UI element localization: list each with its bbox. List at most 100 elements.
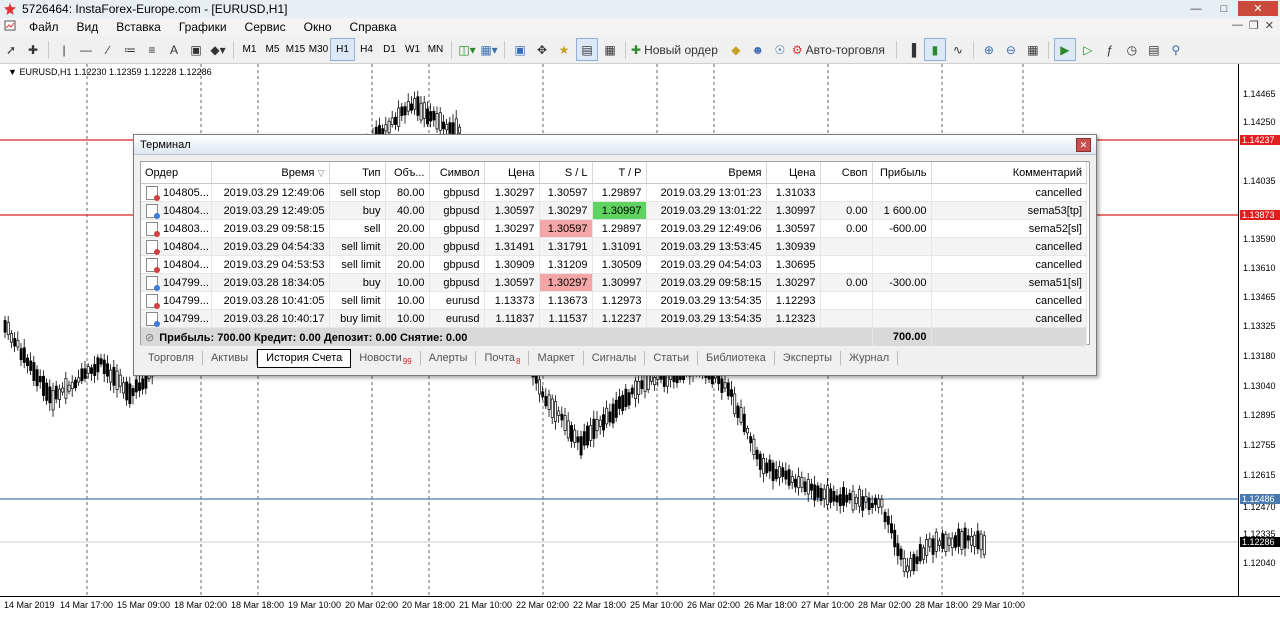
close-window-button[interactable]: ✕	[1238, 1, 1278, 16]
col-header-sl[interactable]: S / L	[539, 162, 593, 184]
search-icon[interactable]: ⚲	[1166, 39, 1186, 60]
candle-body	[867, 497, 871, 511]
periods-icon[interactable]: ◷	[1122, 39, 1142, 60]
tab-market[interactable]: Маркет	[529, 351, 584, 365]
table-row[interactable]: 104804... 2019.03.29 04:54:33 sell limit…	[141, 237, 1087, 256]
tab-news[interactable]: Новости99	[351, 351, 421, 366]
menu-file[interactable]: Файл	[20, 18, 68, 36]
terminal-close-button[interactable]: ✕	[1076, 138, 1091, 152]
timeframe-h1[interactable]: H1	[330, 38, 355, 61]
tab-trade[interactable]: Торговля	[140, 351, 203, 365]
table-row[interactable]: 104799... 2019.03.28 10:41:05 sell limit…	[141, 291, 1087, 310]
crosshair-tool-icon[interactable]: ✚	[23, 39, 43, 60]
minimize-button[interactable]: —	[1182, 1, 1210, 16]
equidistant-channel-icon[interactable]: ≔	[120, 39, 140, 60]
table-row[interactable]: 104804... 2019.03.29 12:49:05 buy 40.00 …	[141, 201, 1087, 220]
menu-charts[interactable]: Графики	[170, 18, 236, 36]
maximize-button[interactable]: □	[1210, 1, 1238, 16]
timeframe-m1[interactable]: M1	[238, 39, 261, 60]
col-header-close-price[interactable]: Цена	[766, 162, 821, 184]
fibonacci-icon[interactable]: ≡	[142, 39, 162, 60]
metaeditor-icon[interactable]: ◆	[726, 39, 746, 60]
navigator-icon[interactable]: ✥	[532, 39, 552, 60]
trendline-icon[interactable]: ∕	[98, 39, 118, 60]
menu-insert[interactable]: Вставка	[107, 18, 170, 36]
tab-assets[interactable]: Активы	[203, 351, 258, 365]
menu-chart-icon[interactable]	[0, 18, 20, 36]
auto-scroll-icon[interactable]: ▶	[1053, 38, 1076, 61]
new-chart-icon[interactable]: ◫▾	[457, 39, 477, 60]
vertical-line-icon[interactable]: |	[54, 39, 74, 60]
tab-account-history[interactable]: История Счета	[257, 348, 352, 368]
timeframe-m15[interactable]: M15	[284, 39, 307, 60]
col-header-time[interactable]: Время ▽	[211, 162, 330, 184]
zoom-in-icon[interactable]: ⊕	[979, 39, 999, 60]
menu-view[interactable]: Вид	[68, 18, 108, 36]
signals-icon[interactable]: ☻	[748, 39, 768, 60]
timeframe-m5[interactable]: M5	[261, 39, 284, 60]
bar-chart-icon[interactable]: ▐	[902, 39, 922, 60]
templates-icon[interactable]: ▤	[1144, 39, 1164, 60]
candle-body	[950, 537, 954, 549]
tab-journal[interactable]: Журнал	[841, 351, 899, 365]
col-header-volume[interactable]: Объ...	[385, 162, 430, 184]
child-close-button[interactable]: ✕	[1265, 19, 1274, 32]
profiles-icon[interactable]: ▦▾	[479, 39, 499, 60]
menu-tools[interactable]: Сервис	[236, 18, 295, 36]
tab-articles[interactable]: Статьи	[645, 351, 698, 365]
candle-body	[106, 363, 109, 377]
table-row[interactable]: 104803... 2019.03.29 09:58:15 sell 20.00…	[141, 219, 1087, 238]
col-header-swap[interactable]: Своп	[820, 162, 873, 184]
timeframe-mn[interactable]: MN	[424, 39, 447, 60]
timeframe-h4[interactable]: H4	[355, 39, 378, 60]
cursor-tool-icon[interactable]: ➚	[1, 39, 21, 60]
terminal-toggle-icon[interactable]: ▤	[576, 38, 598, 61]
new-order-button[interactable]: ✚ Новый ордер	[631, 39, 724, 60]
text-tool-icon[interactable]: A	[164, 39, 184, 60]
indicators-icon[interactable]: ƒ	[1100, 39, 1120, 60]
col-header-comment[interactable]: Комментарий	[931, 162, 1087, 184]
table-row[interactable]: 104804... 2019.03.29 04:53:53 sell limit…	[141, 255, 1087, 274]
table-row[interactable]: 104799... 2019.03.28 10:40:17 buy limit …	[141, 309, 1087, 328]
timeframe-w1[interactable]: W1	[401, 39, 424, 60]
menu-window[interactable]: Окно	[295, 18, 341, 36]
col-header-tp[interactable]: T / P	[592, 162, 647, 184]
market-watch-icon[interactable]: ▣	[510, 39, 530, 60]
child-restore-button[interactable]: ❐	[1249, 19, 1259, 32]
table-row[interactable]: 104805... 2019.03.29 12:49:06 sell stop …	[141, 183, 1087, 202]
arrow-objects-icon[interactable]: ◆▾	[208, 39, 228, 60]
timeframe-d1[interactable]: D1	[378, 39, 401, 60]
candle-body	[131, 388, 135, 397]
timeframe-m30[interactable]: M30	[307, 39, 330, 60]
line-chart-icon[interactable]: ∿	[948, 39, 968, 60]
summary-collapse-icon[interactable]: ⊘	[145, 332, 154, 344]
col-header-type[interactable]: Тип	[329, 162, 386, 184]
col-header-profit[interactable]: Прибыль	[872, 162, 932, 184]
autotrading-button[interactable]: ⚙ Авто-торговля	[792, 39, 891, 60]
data-window-icon[interactable]: ★	[554, 39, 574, 60]
tab-signals[interactable]: Сигналы	[584, 351, 646, 365]
chart-shift-icon[interactable]: ▷	[1078, 39, 1098, 60]
menu-help[interactable]: Справка	[341, 18, 406, 36]
text-label-icon[interactable]: ▣	[186, 39, 206, 60]
tab-mailbox[interactable]: Почта8	[476, 351, 530, 366]
tab-library[interactable]: Библиотека	[698, 351, 775, 365]
tab-experts[interactable]: Эксперты	[775, 351, 842, 365]
col-header-symbol[interactable]: Символ	[429, 162, 485, 184]
tile-windows-icon[interactable]: ▦	[1023, 39, 1043, 60]
tab-alerts[interactable]: Алерты	[421, 351, 477, 365]
table-cell: 1.30695	[766, 255, 821, 274]
child-minimize-button[interactable]: —	[1232, 19, 1243, 32]
col-header-close-time[interactable]: Время	[646, 162, 767, 184]
vps-icon[interactable]: ☉	[770, 39, 790, 60]
chart-collapse-icon[interactable]: ▼	[8, 67, 17, 77]
col-header-order[interactable]: Ордер	[141, 162, 212, 184]
col-header-price[interactable]: Цена	[484, 162, 540, 184]
strategy-tester-icon[interactable]: ▦	[600, 39, 620, 60]
table-row[interactable]: 104799... 2019.03.28 18:34:05 buy 10.00 …	[141, 273, 1087, 292]
candlestick-chart-icon[interactable]: ▮	[923, 38, 946, 61]
zoom-out-icon[interactable]: ⊖	[1001, 39, 1021, 60]
horizontal-line-icon[interactable]: —	[76, 39, 96, 60]
terminal-window[interactable]: Терминал ✕ Ордер Время ▽ Тип Объ... Симв…	[133, 134, 1097, 376]
terminal-titlebar[interactable]: Терминал ✕	[134, 135, 1096, 155]
